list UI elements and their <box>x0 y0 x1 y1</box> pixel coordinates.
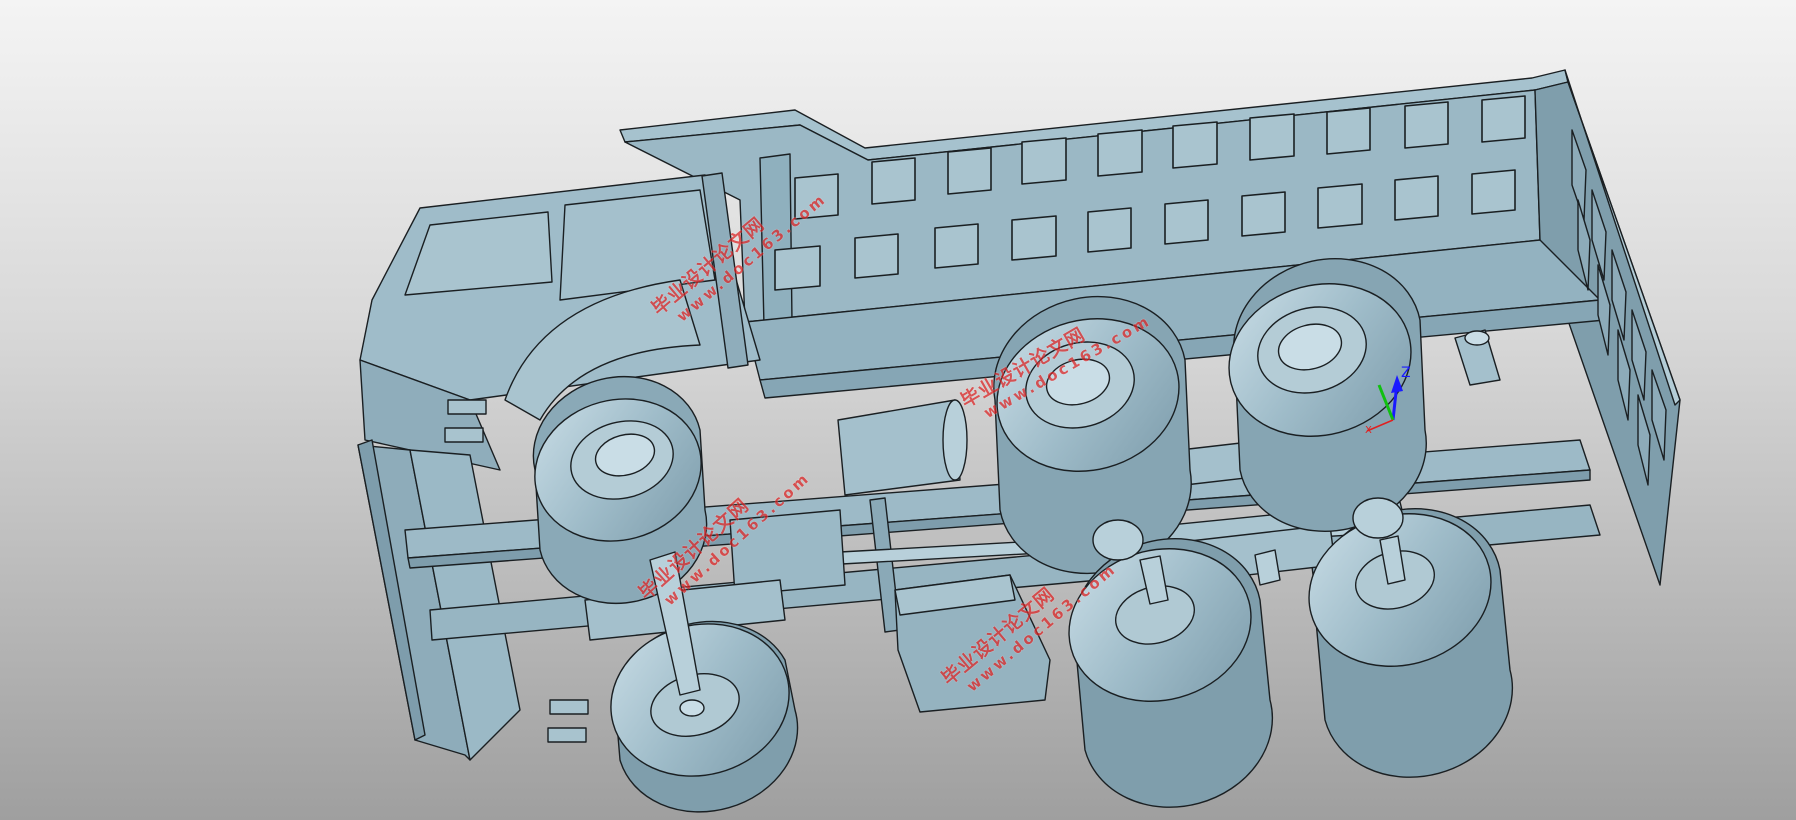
coordinate-triad: Z X <box>1365 365 1411 436</box>
lift-cylinder[interactable] <box>1454 329 1501 386</box>
front-bumper[interactable] <box>357 439 521 761</box>
y-axis-line <box>1377 384 1395 421</box>
dump-truck-model[interactable] <box>0 0 1796 820</box>
x-axis-label: X <box>1365 425 1372 436</box>
cad-viewport[interactable]: Z X 毕业设计论文网 www.doc163.com 毕业设计论文网 www.d… <box>0 0 1796 820</box>
fuel-tank[interactable] <box>837 399 968 496</box>
z-axis-label: Z <box>1401 365 1411 381</box>
